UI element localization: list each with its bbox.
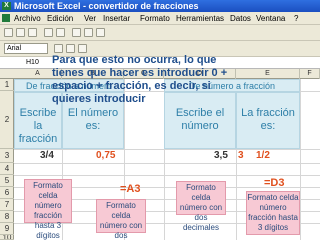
bold-icon[interactable] (54, 44, 63, 53)
column-f[interactable]: F (300, 69, 320, 79)
column-e[interactable]: E (236, 69, 300, 79)
instruction-note: Para que esto no ocurra, lo que tienes q… (52, 54, 228, 105)
menu-help[interactable]: ? (294, 12, 298, 25)
callout-two-decimals-left: Formato celda número con dos decimales (96, 199, 146, 240)
cell-decimal-result[interactable]: 0,75 (96, 150, 115, 162)
cell-fraction-part[interactable]: 1/2 (256, 150, 270, 162)
callout-format-fraction: Formato celda número fracción hasta 3 dí… (24, 179, 72, 240)
row-10[interactable]: 10 (0, 235, 14, 240)
grid-line (14, 163, 320, 164)
row-5[interactable]: 5 (0, 175, 14, 187)
row-2[interactable]: 2 (0, 91, 14, 149)
print-icon[interactable] (44, 28, 53, 37)
save-icon[interactable] (28, 28, 37, 37)
menu-bar: Archivo Edición Ver Insertar Formato Her… (0, 12, 320, 25)
row-1[interactable]: 1 (0, 79, 14, 91)
menu-ventana[interactable]: Ventana (256, 12, 285, 25)
row-3[interactable]: 3 (0, 149, 14, 163)
header-fraccion-es[interactable]: La fracción es: (236, 92, 300, 149)
workbook-icon (2, 14, 10, 22)
grid-line (14, 149, 320, 150)
new-icon[interactable] (4, 28, 13, 37)
callout-format-fraction-right: Formato celda número fracción hasta 3 dí… (246, 191, 300, 235)
formula-d3-label: =D3 (264, 177, 285, 189)
preview-icon[interactable] (56, 28, 65, 37)
row-4[interactable]: 4 (0, 163, 14, 175)
excel-app-icon: X (2, 2, 11, 10)
menu-edicion[interactable]: Edición (47, 12, 73, 25)
row-9[interactable]: 9 (0, 223, 14, 235)
paste-icon[interactable] (96, 28, 105, 37)
font-select[interactable]: Arial (4, 43, 48, 54)
menu-datos[interactable]: Datos (230, 12, 251, 25)
cut-icon[interactable] (72, 28, 81, 37)
standard-toolbar (0, 25, 320, 41)
row-7[interactable]: 7 (0, 199, 14, 211)
underline-icon[interactable] (78, 44, 87, 53)
menu-ver[interactable]: Ver (84, 12, 96, 25)
cell-fraction-input[interactable]: 3/4 (40, 150, 54, 162)
grid-line (14, 175, 320, 176)
row-6[interactable]: 6 (0, 187, 14, 199)
name-box[interactable]: H10 (26, 58, 52, 68)
menu-archivo[interactable]: Archivo (14, 12, 41, 25)
italic-icon[interactable] (66, 44, 75, 53)
row-8[interactable]: 8 (0, 211, 14, 223)
window-title: Microsoft Excel - convertidor de fraccio… (14, 1, 199, 11)
menu-herramientas[interactable]: Herramientas (176, 12, 224, 25)
title-bar: X Microsoft Excel - convertidor de fracc… (0, 0, 320, 12)
cell-whole-part[interactable]: 3 (238, 150, 244, 162)
copy-icon[interactable] (84, 28, 93, 37)
formula-a3-label: =A3 (120, 183, 141, 195)
menu-insertar[interactable]: Insertar (103, 12, 130, 25)
menu-formato[interactable]: Formato (140, 12, 170, 25)
row-headers: 1 2 3 4 5 6 7 8 9 10 (0, 79, 14, 240)
grid-line (300, 79, 301, 240)
cell-number-input[interactable]: 3,5 (214, 150, 228, 162)
open-icon[interactable] (16, 28, 25, 37)
callout-two-decimals-right: Formato celda número con dos decimales (176, 181, 226, 232)
